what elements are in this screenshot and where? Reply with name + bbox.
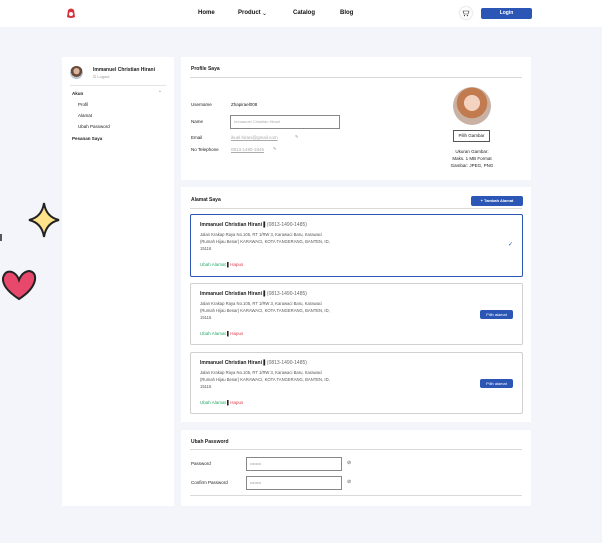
name-label: Name xyxy=(191,119,204,124)
choose-address-button[interactable]: Pilih alamat xyxy=(480,310,513,319)
confirm-password-label: Confirm Password xyxy=(191,480,228,485)
sidebar-user-name: Immanuel Christian Hirani xyxy=(93,67,155,73)
eye-slash-icon[interactable]: ⊘ xyxy=(347,479,351,485)
choose-image-button[interactable]: Pilih Gambar xyxy=(453,130,490,142)
edit-pencil-icon[interactable]: ✎ xyxy=(273,146,278,151)
username-value: Zhapirael008 xyxy=(231,102,258,107)
address-line: Jalan Krakap Raya No.105, RT 1/RW 3, Kar… xyxy=(200,370,322,375)
address-line: Jalan Krakap Raya No.105, RT 1/RW 3, Kar… xyxy=(200,301,322,306)
account-sidebar: Immanuel Christian Hirani ⏻ Logout Akun … xyxy=(62,57,174,506)
sidebar-item-pesanan[interactable]: Pesanan Saya xyxy=(72,136,102,141)
password-title: Ubah Password xyxy=(191,439,229,445)
sidebar-item-akun[interactable]: Akun xyxy=(72,91,83,96)
phone-label: No Telephone xyxy=(191,147,219,152)
recipient-name: Immanuel Christian Hirani xyxy=(200,360,262,366)
edit-address-link[interactable]: Ubah Alamat xyxy=(200,331,226,336)
nav-product[interactable]: Product xyxy=(238,10,261,16)
confirm-password-input[interactable]: •••••••• xyxy=(246,476,342,490)
name-field[interactable]: Immanuel Christian Hirani xyxy=(230,115,340,129)
delete-address-link[interactable]: Hapus xyxy=(230,262,243,267)
sparkle-icon xyxy=(28,202,60,238)
divider xyxy=(190,449,522,450)
sidebar-item-profil[interactable]: Profil xyxy=(78,102,88,107)
nav-catalog[interactable]: Catalog xyxy=(293,10,315,16)
nav-home[interactable]: Home xyxy=(198,10,215,16)
password-label: Password xyxy=(191,461,211,466)
recipient-name: Immanuel Christian Hirani xyxy=(200,291,262,297)
address-text: Jalan Krakap Raya No.105, RT 1/RW 3, Kar… xyxy=(200,369,352,390)
image-requirements: Ukuran Gambar: Maks. 1 MB Format Gambar:… xyxy=(439,148,505,169)
address-line: 15116 xyxy=(200,246,212,251)
recipient-phone: (0813-1490-1485) xyxy=(266,291,307,297)
edit-address-link[interactable]: Ubah Alamat xyxy=(200,262,226,267)
choose-address-button[interactable]: Pilih alamat xyxy=(480,379,513,388)
password-panel: Ubah Password Password •••••••• ⊘ Confir… xyxy=(181,430,531,506)
image-note-line: Ukuran Gambar: xyxy=(455,149,489,154)
cart-button[interactable] xyxy=(460,7,472,19)
address-card[interactable]: Immanuel Christian Hirani ▌(0813-1490-14… xyxy=(190,214,523,277)
selected-check-icon: ✓ xyxy=(507,242,513,248)
logout-link[interactable]: ⏻ Logout xyxy=(93,74,110,79)
address-recipient: Immanuel Christian Hirani ▌(0813-1490-14… xyxy=(200,360,307,366)
address-title: Alamat Saya xyxy=(191,197,221,203)
address-text: Jalan Krakap Raya No.105, RT 1/RW 3, Kar… xyxy=(200,300,352,321)
chevron-up-icon[interactable]: ⌃ xyxy=(158,90,162,96)
eye-slash-icon[interactable]: ⊘ xyxy=(347,460,351,466)
address-line: 15116 xyxy=(200,315,212,320)
password-input[interactable]: •••••••• xyxy=(246,457,342,471)
nav-blog[interactable]: Blog xyxy=(340,10,353,16)
address-line: (Rumah Hijau Besar) KARAWACI, KOTA TANGE… xyxy=(200,377,330,382)
address-line: (Rumah Hijau Besar) KARAWACI, KOTA TANGE… xyxy=(200,308,330,313)
cart-icon xyxy=(462,10,470,17)
address-actions: Ubah Alamat ▌Hapus xyxy=(200,262,244,267)
profile-title: Profile Saya xyxy=(191,66,220,72)
divider xyxy=(70,85,166,86)
address-recipient: Immanuel Christian Hirani ▌(0813-1490-14… xyxy=(200,222,307,228)
profile-panel: Profile Saya Username Zhapirael008 Name … xyxy=(181,57,531,180)
address-recipient: Immanuel Christian Hirani ▌(0813-1490-14… xyxy=(200,291,307,297)
chevron-down-icon[interactable]: ⌄ xyxy=(262,10,267,17)
address-line: 15116 xyxy=(200,384,212,389)
sidebar-item-alamat[interactable]: Alamat xyxy=(78,113,92,118)
address-line: (Rumah Hijau Besar) KARAWACI, KOTA TANGE… xyxy=(200,239,330,244)
top-navbar: Home Product ⌄ Catalog Blog Login xyxy=(0,0,602,27)
recipient-phone: (0813-1490-1485) xyxy=(266,360,307,366)
address-actions: Ubah Alamat ▌Hapus xyxy=(200,331,244,336)
edit-address-link[interactable]: Ubah Alamat xyxy=(200,400,226,405)
image-note-line: Gambar: JPEG, PNG xyxy=(450,163,494,168)
delete-address-link[interactable]: Hapus xyxy=(230,400,243,405)
address-card[interactable]: Immanuel Christian Hirani ▌(0813-1490-14… xyxy=(190,352,523,414)
address-line: Jalan Krakap Raya No.105, RT 1/RW 3, Kar… xyxy=(200,232,322,237)
add-address-button[interactable]: + Tambah Alamat xyxy=(471,196,523,206)
doodle-mark-icon xyxy=(0,234,2,241)
delete-address-link[interactable]: Hapus xyxy=(230,331,243,336)
address-actions: Ubah Alamat ▌Hapus xyxy=(200,400,244,405)
username-label: Username xyxy=(191,102,212,107)
avatar xyxy=(70,66,83,79)
address-panel: Alamat Saya + Tambah Alamat Immanuel Chr… xyxy=(181,187,531,422)
recipient-name: Immanuel Christian Hirani xyxy=(200,222,262,228)
divider xyxy=(190,77,522,78)
logout-label: Logout xyxy=(97,74,110,79)
address-card[interactable]: Immanuel Christian Hirani ▌(0813-1490-14… xyxy=(190,283,523,345)
divider xyxy=(190,495,522,496)
email-label: Email xyxy=(191,135,203,140)
email-value: ikuel.hirani@gmail.com xyxy=(231,135,278,140)
heart-icon xyxy=(1,269,37,301)
recipient-phone: (0813-1490-1485) xyxy=(266,222,307,228)
sidebar-item-ubah-password[interactable]: Ubah Password xyxy=(78,124,110,129)
edit-pencil-icon[interactable]: ✎ xyxy=(295,134,300,139)
logo-icon[interactable] xyxy=(66,7,76,19)
login-button[interactable]: Login xyxy=(481,8,532,19)
divider xyxy=(190,208,522,209)
phone-value: 0813-1490-1845 xyxy=(231,147,265,152)
address-text: Jalan Krakap Raya No.105, RT 1/RW 3, Kar… xyxy=(200,231,352,252)
image-note-line: Maks. 1 MB Format xyxy=(452,156,492,161)
profile-avatar xyxy=(453,87,491,125)
